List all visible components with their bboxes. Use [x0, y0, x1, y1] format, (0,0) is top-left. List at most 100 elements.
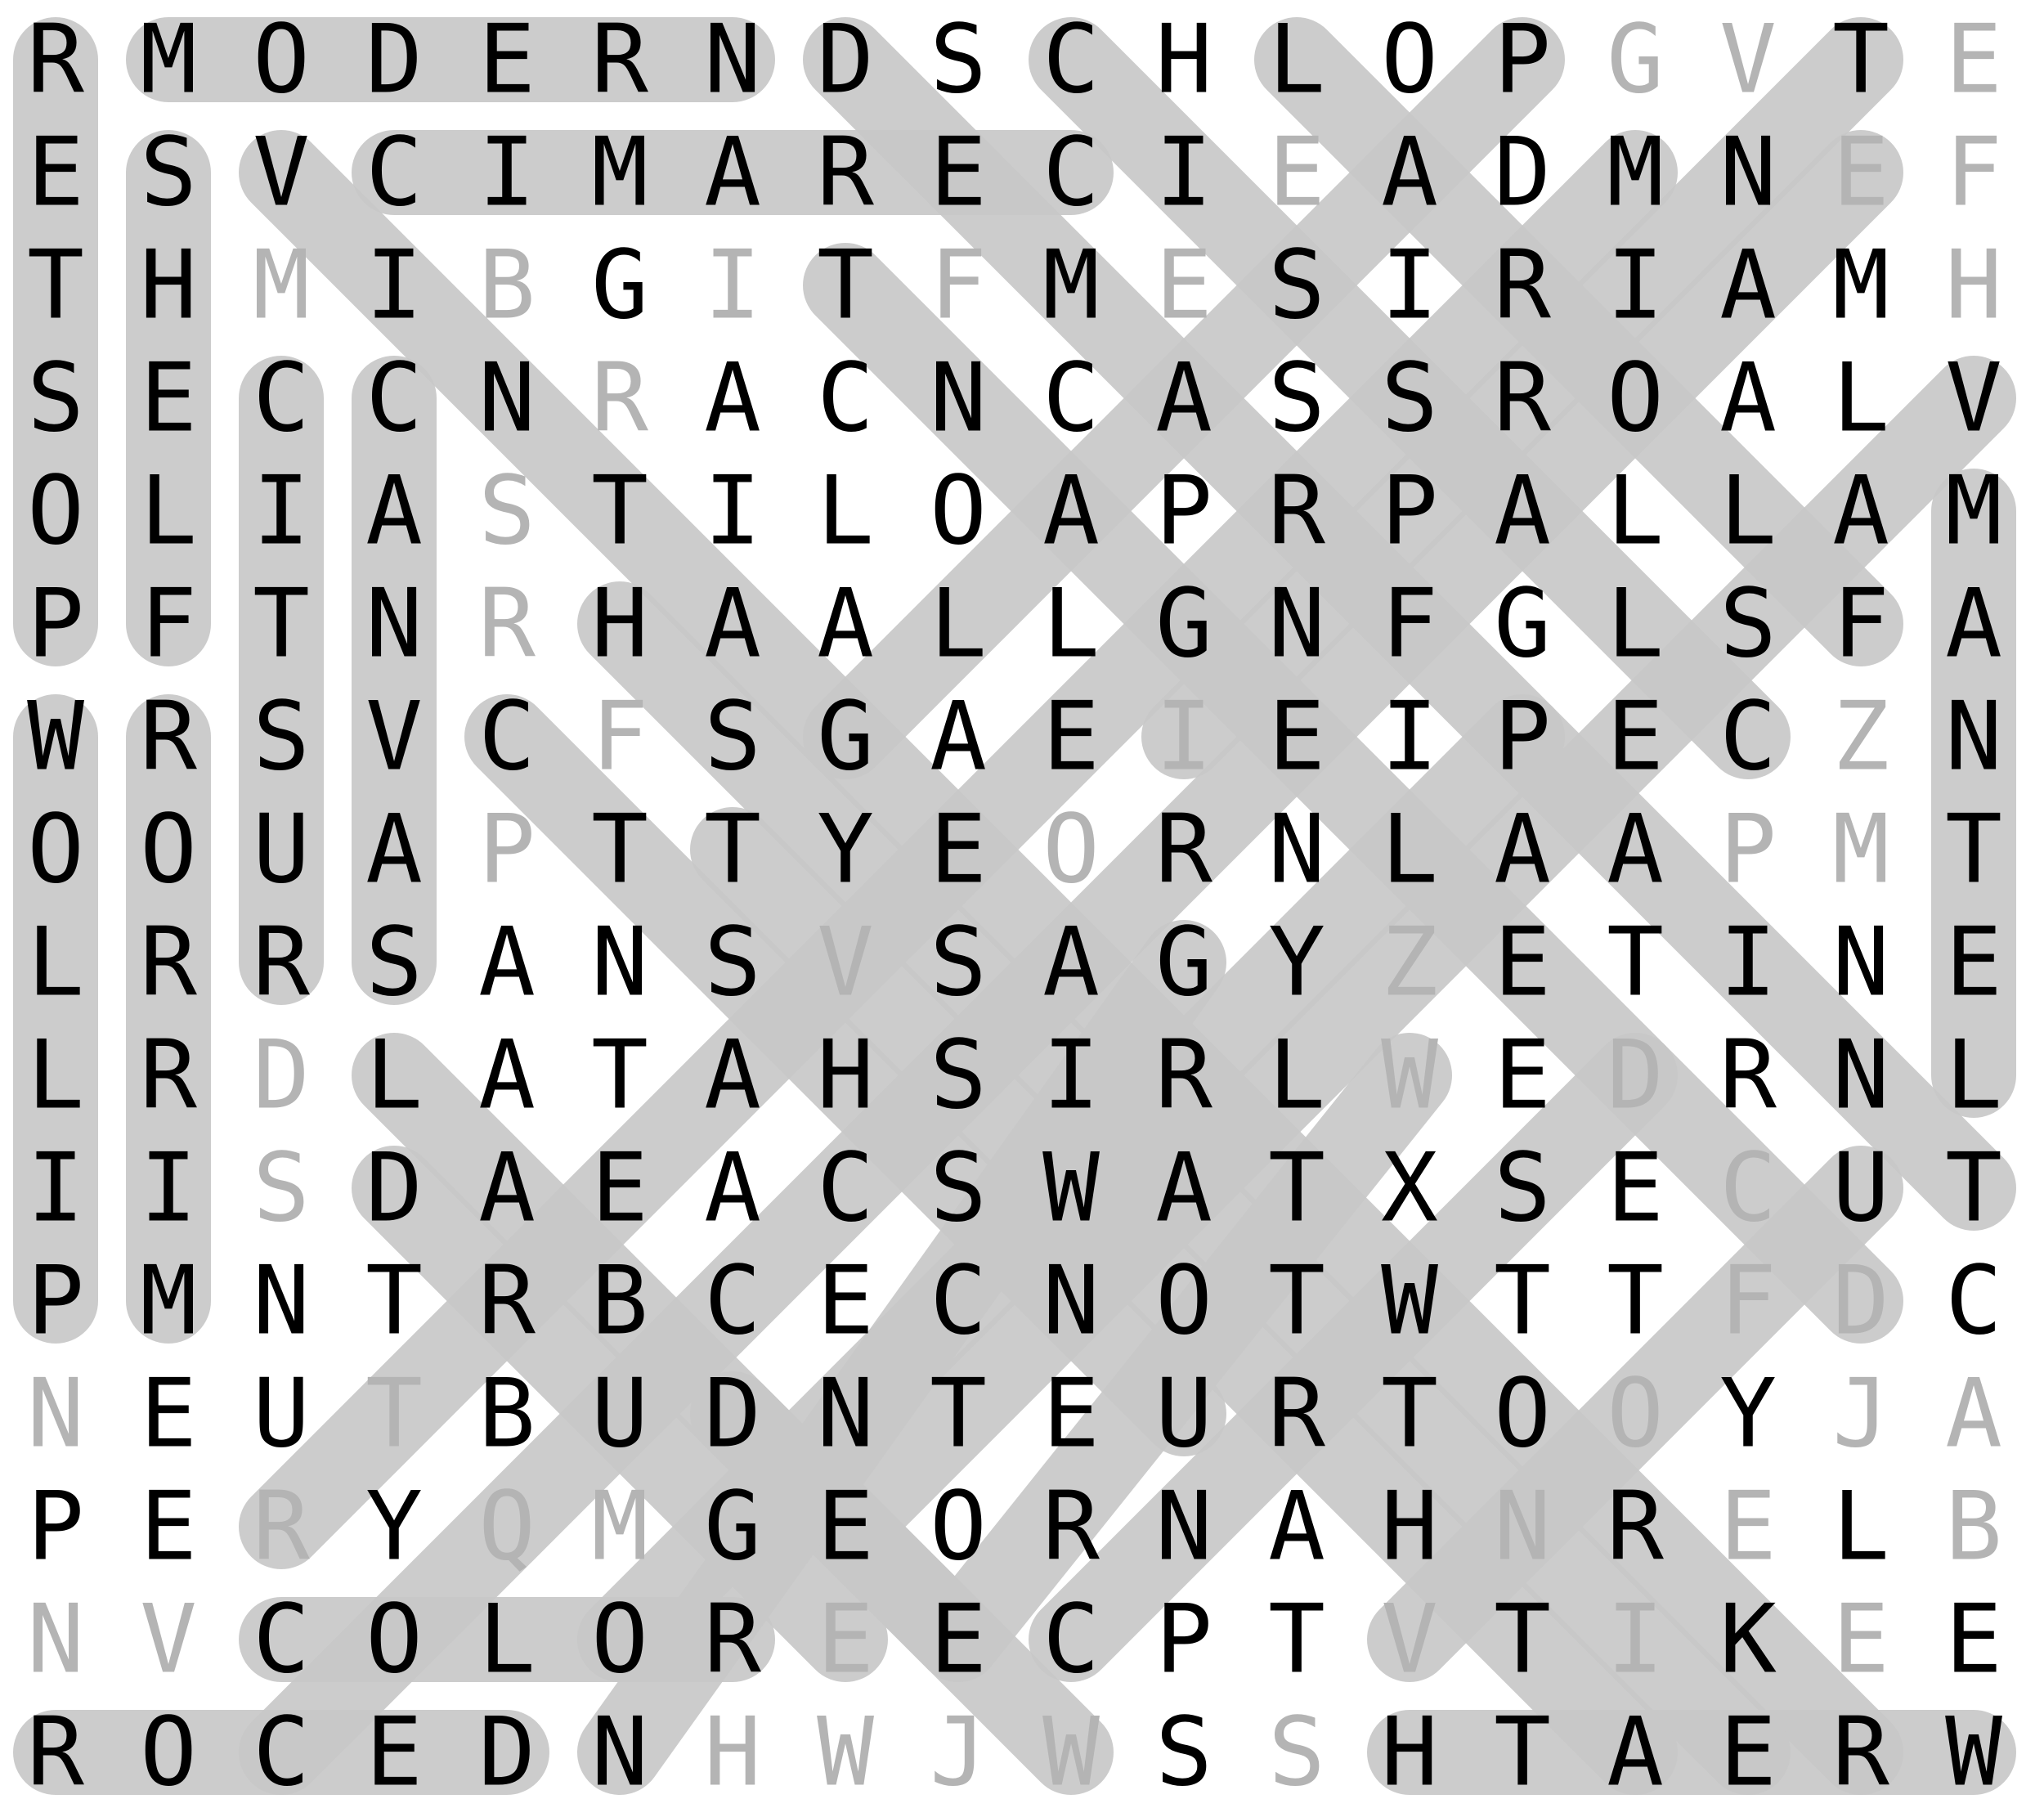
- grid-letter: Z: [1381, 908, 1438, 1018]
- grid-letter: E: [478, 5, 536, 115]
- grid-letter: A: [1719, 231, 1777, 341]
- grid-letter: S: [704, 908, 761, 1018]
- grid-letter: R: [1719, 1021, 1777, 1131]
- grid-letter: P: [27, 1246, 84, 1357]
- grid-letter: O: [1607, 343, 1664, 454]
- grid-letter: M: [140, 1246, 197, 1357]
- grid-letter: D: [478, 1698, 536, 1808]
- grid-letter: E: [930, 118, 987, 228]
- grid-letter: C: [365, 118, 423, 228]
- grid-letter: W: [1945, 1698, 2002, 1808]
- grid-letter: D: [704, 1359, 761, 1469]
- grid-letter: G: [1494, 569, 1551, 680]
- grid-letter: G: [1155, 569, 1213, 680]
- grid-letter: P: [27, 569, 84, 680]
- grid-letter: R: [1494, 343, 1551, 454]
- grid-letter: M: [591, 1472, 648, 1582]
- grid-letter: I: [27, 1133, 84, 1244]
- grid-letter: I: [1381, 682, 1438, 792]
- grid-letter: Y: [365, 1472, 423, 1582]
- grid-letter: G: [591, 231, 648, 341]
- grid-letter: R: [1607, 1472, 1664, 1582]
- grid-letter: C: [253, 1585, 310, 1695]
- grid-letter: S: [253, 1133, 310, 1244]
- grid-letter: V: [253, 118, 310, 228]
- grid-letter: R: [704, 1585, 761, 1695]
- grid-letter: E: [1719, 1698, 1777, 1808]
- grid-letter: U: [1155, 1359, 1213, 1469]
- grid-letter: F: [1832, 569, 1889, 680]
- grid-letter: E: [591, 1133, 648, 1244]
- grid-letter: S: [1381, 343, 1438, 454]
- grid-letter: S: [478, 456, 536, 567]
- grid-letter: E: [1155, 231, 1213, 341]
- grid-letter: N: [253, 1246, 310, 1357]
- grid-letter: R: [1155, 795, 1213, 905]
- grid-letter: R: [140, 908, 197, 1018]
- grid-letter: L: [1607, 569, 1664, 680]
- grid-letter: O: [930, 1472, 987, 1582]
- grid-letter: W: [1381, 1246, 1438, 1357]
- grid-letter: N: [478, 343, 536, 454]
- grid-letter: T: [1945, 1133, 2002, 1244]
- grid-letter: O: [365, 1585, 423, 1695]
- grid-letter: C: [817, 1133, 874, 1244]
- grid-letter: E: [817, 1472, 874, 1582]
- grid-letter: A: [1607, 795, 1664, 905]
- grid-letter: E: [1832, 1585, 1889, 1695]
- grid-letter: N: [365, 569, 423, 680]
- grid-letter: G: [1607, 5, 1664, 115]
- grid-letter: R: [1268, 456, 1325, 567]
- grid-letter: L: [930, 569, 987, 680]
- grid-letter: H: [704, 1698, 761, 1808]
- grid-letter: V: [365, 682, 423, 792]
- grid-letter: H: [1155, 5, 1213, 115]
- grid-letter: T: [1268, 1585, 1325, 1695]
- grid-letter: E: [1042, 682, 1100, 792]
- grid-letter: I: [1155, 118, 1213, 228]
- grid-letter: A: [365, 795, 423, 905]
- grid-letter: S: [1494, 1133, 1551, 1244]
- grid-letter: P: [1381, 456, 1438, 567]
- grid-letter: M: [1832, 231, 1889, 341]
- grid-letter: H: [591, 569, 648, 680]
- grid-letter: N: [1042, 1246, 1100, 1357]
- grid-letter: T: [27, 231, 84, 341]
- grid-letter: M: [1042, 231, 1100, 341]
- grid-letter: A: [704, 1133, 761, 1244]
- grid-letter: T: [591, 795, 648, 905]
- grid-letter: N: [1832, 908, 1889, 1018]
- grid-letter: R: [478, 1246, 536, 1357]
- grid-letter: N: [27, 1585, 84, 1695]
- grid-letter: A: [1155, 343, 1213, 454]
- grid-letter: W: [1381, 1021, 1438, 1131]
- grid-letter: M: [1832, 795, 1889, 905]
- found-word-highlights: [13, 17, 2016, 1795]
- grid-letter: C: [1945, 1246, 2002, 1357]
- grid-letter: E: [1607, 1133, 1664, 1244]
- grid-letter: F: [930, 231, 987, 341]
- grid-letter: T: [817, 231, 874, 341]
- grid-letter: E: [1945, 5, 2002, 115]
- grid-letter: A: [1155, 1133, 1213, 1244]
- grid-letter: O: [1381, 5, 1438, 115]
- grid-letter: C: [365, 343, 423, 454]
- grid-letter: T: [1607, 908, 1664, 1018]
- grid-letter: M: [1607, 118, 1664, 228]
- grid-letter: E: [1607, 682, 1664, 792]
- grid-letter: T: [1381, 1359, 1438, 1469]
- grid-letter: T: [1494, 1246, 1551, 1357]
- grid-letter: A: [1945, 569, 2002, 680]
- grid-letter: E: [140, 1359, 197, 1469]
- grid-letter: R: [140, 1021, 197, 1131]
- grid-letter: R: [591, 343, 648, 454]
- grid-letter: T: [365, 1359, 423, 1469]
- grid-letter: M: [140, 5, 197, 115]
- grid-letter: H: [817, 1021, 874, 1131]
- grid-letter: A: [1042, 908, 1100, 1018]
- grid-letter: T: [704, 795, 761, 905]
- grid-letter: U: [253, 795, 310, 905]
- letter-grid: R M O D E R N D S C H L O P G V T EE S V C I M A R E C I E A D M N E FT H M I…: [13, 5, 2016, 1808]
- grid-letter: P: [478, 795, 536, 905]
- grid-letter: I: [1719, 908, 1777, 1018]
